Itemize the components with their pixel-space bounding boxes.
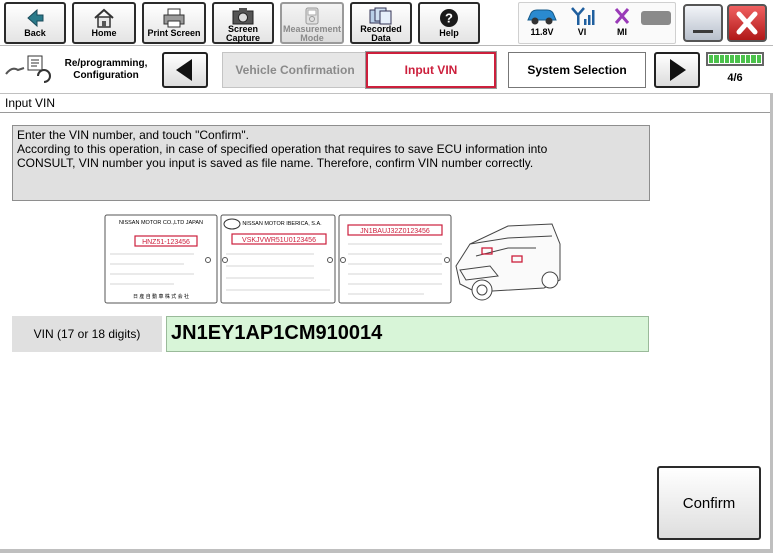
confirm-button[interactable]: Confirm [657, 466, 761, 540]
minimize-button[interactable] [683, 4, 723, 42]
next-step-button[interactable] [654, 52, 700, 88]
top-toolbar: Back Home Print Screen Screen Capture Me… [0, 0, 773, 46]
home-button[interactable]: Home [72, 2, 136, 44]
back-button[interactable]: Back [4, 2, 66, 44]
plate-footer-text: 日 産 自 動 車 株 式 会 社 [133, 293, 189, 300]
vin-input[interactable]: JN1EY1AP1CM910014 [166, 316, 649, 352]
vehicle-voltage-status: 11.8V [523, 5, 561, 37]
battery-segment [735, 55, 740, 63]
battery-segment [724, 55, 730, 63]
vin-plate-iberica: NISSAN MOTOR IBERICA, S.A. VSKJVWR51U012… [220, 214, 336, 304]
vin-plate-chinese: JN1BAUJ32Z0123456 [338, 214, 452, 304]
svg-text:?: ? [445, 11, 453, 26]
divider [0, 112, 773, 113]
vehicle-illustration [455, 223, 561, 301]
camera-icon [214, 7, 272, 25]
vin-field-label: VIN (17 or 18 digits) [12, 316, 162, 352]
home-icon [74, 7, 134, 29]
close-button[interactable] [727, 4, 767, 42]
disconnected-x-icon [603, 5, 641, 27]
battery-segment [730, 55, 735, 63]
battery-segment [740, 55, 746, 63]
back-arrow-icon [6, 7, 64, 29]
printer-icon [144, 7, 204, 29]
battery-segment [756, 55, 761, 63]
signal-icon [563, 5, 601, 27]
minimize-icon [693, 30, 713, 33]
step-system-selection: System Selection [508, 52, 646, 88]
car-icon [523, 5, 561, 27]
plate-code-text: HNZ51-123456 [142, 239, 190, 246]
instruction-line: Enter the VIN number, and touch "Confirm… [17, 128, 249, 142]
arrow-right-icon [670, 59, 686, 81]
progress-battery [706, 52, 764, 66]
section-title: Input VIN [5, 96, 56, 110]
vin-plate-japan: NISSAN MOTOR CO.,LTD JAPAN HNZ51-123456 … [104, 214, 218, 304]
instruction-line: According to this operation, in case of … [17, 142, 548, 156]
battery-segment [719, 55, 724, 63]
close-icon [736, 11, 758, 35]
battery-segment [751, 55, 756, 63]
help-button[interactable]: ? Help [418, 2, 480, 44]
previous-step-button[interactable] [162, 52, 208, 88]
plate-maker-text: NISSAN MOTOR IBERICA, S.A. [242, 221, 322, 227]
plate-code-text: JN1BAUJ32Z0123456 [360, 228, 430, 235]
meter-icon [282, 7, 342, 25]
status-panel: 11.8V VI MI [518, 2, 676, 44]
instruction-line: CONSULT, VIN number you input is saved a… [17, 156, 534, 170]
measurement-mode-button[interactable]: Measurement Mode [280, 2, 344, 44]
plate-maker-text: NISSAN MOTOR CO.,LTD JAPAN [119, 220, 203, 226]
device-status [637, 10, 675, 32]
vin-plate-illustration: NISSAN MOTOR CO.,LTD JAPAN HNZ51-123456 … [104, 214, 564, 306]
help-icon: ? [420, 7, 478, 29]
recorded-data-icon [352, 7, 410, 25]
instruction-box: Enter the VIN number, and touch "Confirm… [12, 125, 650, 201]
vi-status: VI [563, 5, 601, 37]
screen-capture-button[interactable]: Screen Capture [212, 2, 274, 44]
battery-segment [709, 55, 714, 63]
battery-segment [746, 55, 751, 63]
battery-segment [714, 55, 719, 63]
mode-label: Re/programming, Configuration [64, 58, 148, 81]
mi-status: MI [603, 5, 641, 37]
window-frame-bottom [0, 549, 773, 553]
page-indicator: 4/6 [727, 72, 743, 84]
arrow-left-icon [176, 59, 192, 81]
print-screen-button[interactable]: Print Screen [142, 2, 206, 44]
step-vehicle-confirmation: Vehicle Confirmation [222, 52, 368, 88]
reprogramming-icon [4, 54, 52, 91]
recorded-data-button[interactable]: Recorded Data [350, 2, 412, 44]
workflow-navigation: Re/programming, Configuration Vehicle Co… [0, 46, 773, 94]
plate-code-text: VSKJVWR51U0123456 [242, 237, 316, 244]
device-icon [637, 10, 675, 32]
step-input-vin: Input VIN [365, 51, 497, 89]
